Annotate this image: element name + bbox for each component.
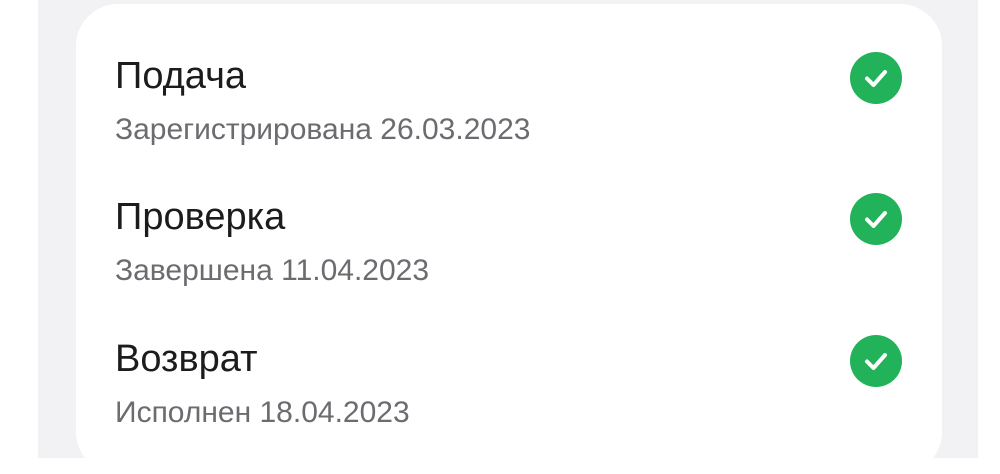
step-title: Подача (115, 55, 247, 97)
step-subtitle: Исполнен 18.04.2023 (115, 396, 410, 429)
check-circle-icon (850, 193, 902, 245)
status-step-review: Проверка Завершена 11.04.2023 (76, 193, 942, 315)
step-title: Возврат (115, 338, 258, 380)
refund-status-card: Подача Зарегистрирована 26.03.2023 Прове… (76, 4, 942, 474)
status-step-submission: Подача Зарегистрирована 26.03.2023 (76, 52, 942, 174)
step-subtitle: Зарегистрирована 26.03.2023 (115, 113, 531, 146)
step-subtitle: Завершена 11.04.2023 (115, 254, 430, 287)
status-step-refund: Возврат Исполнен 18.04.2023 (76, 335, 942, 457)
step-title: Проверка (115, 196, 286, 238)
check-circle-icon (850, 335, 902, 387)
check-circle-icon (850, 52, 902, 104)
